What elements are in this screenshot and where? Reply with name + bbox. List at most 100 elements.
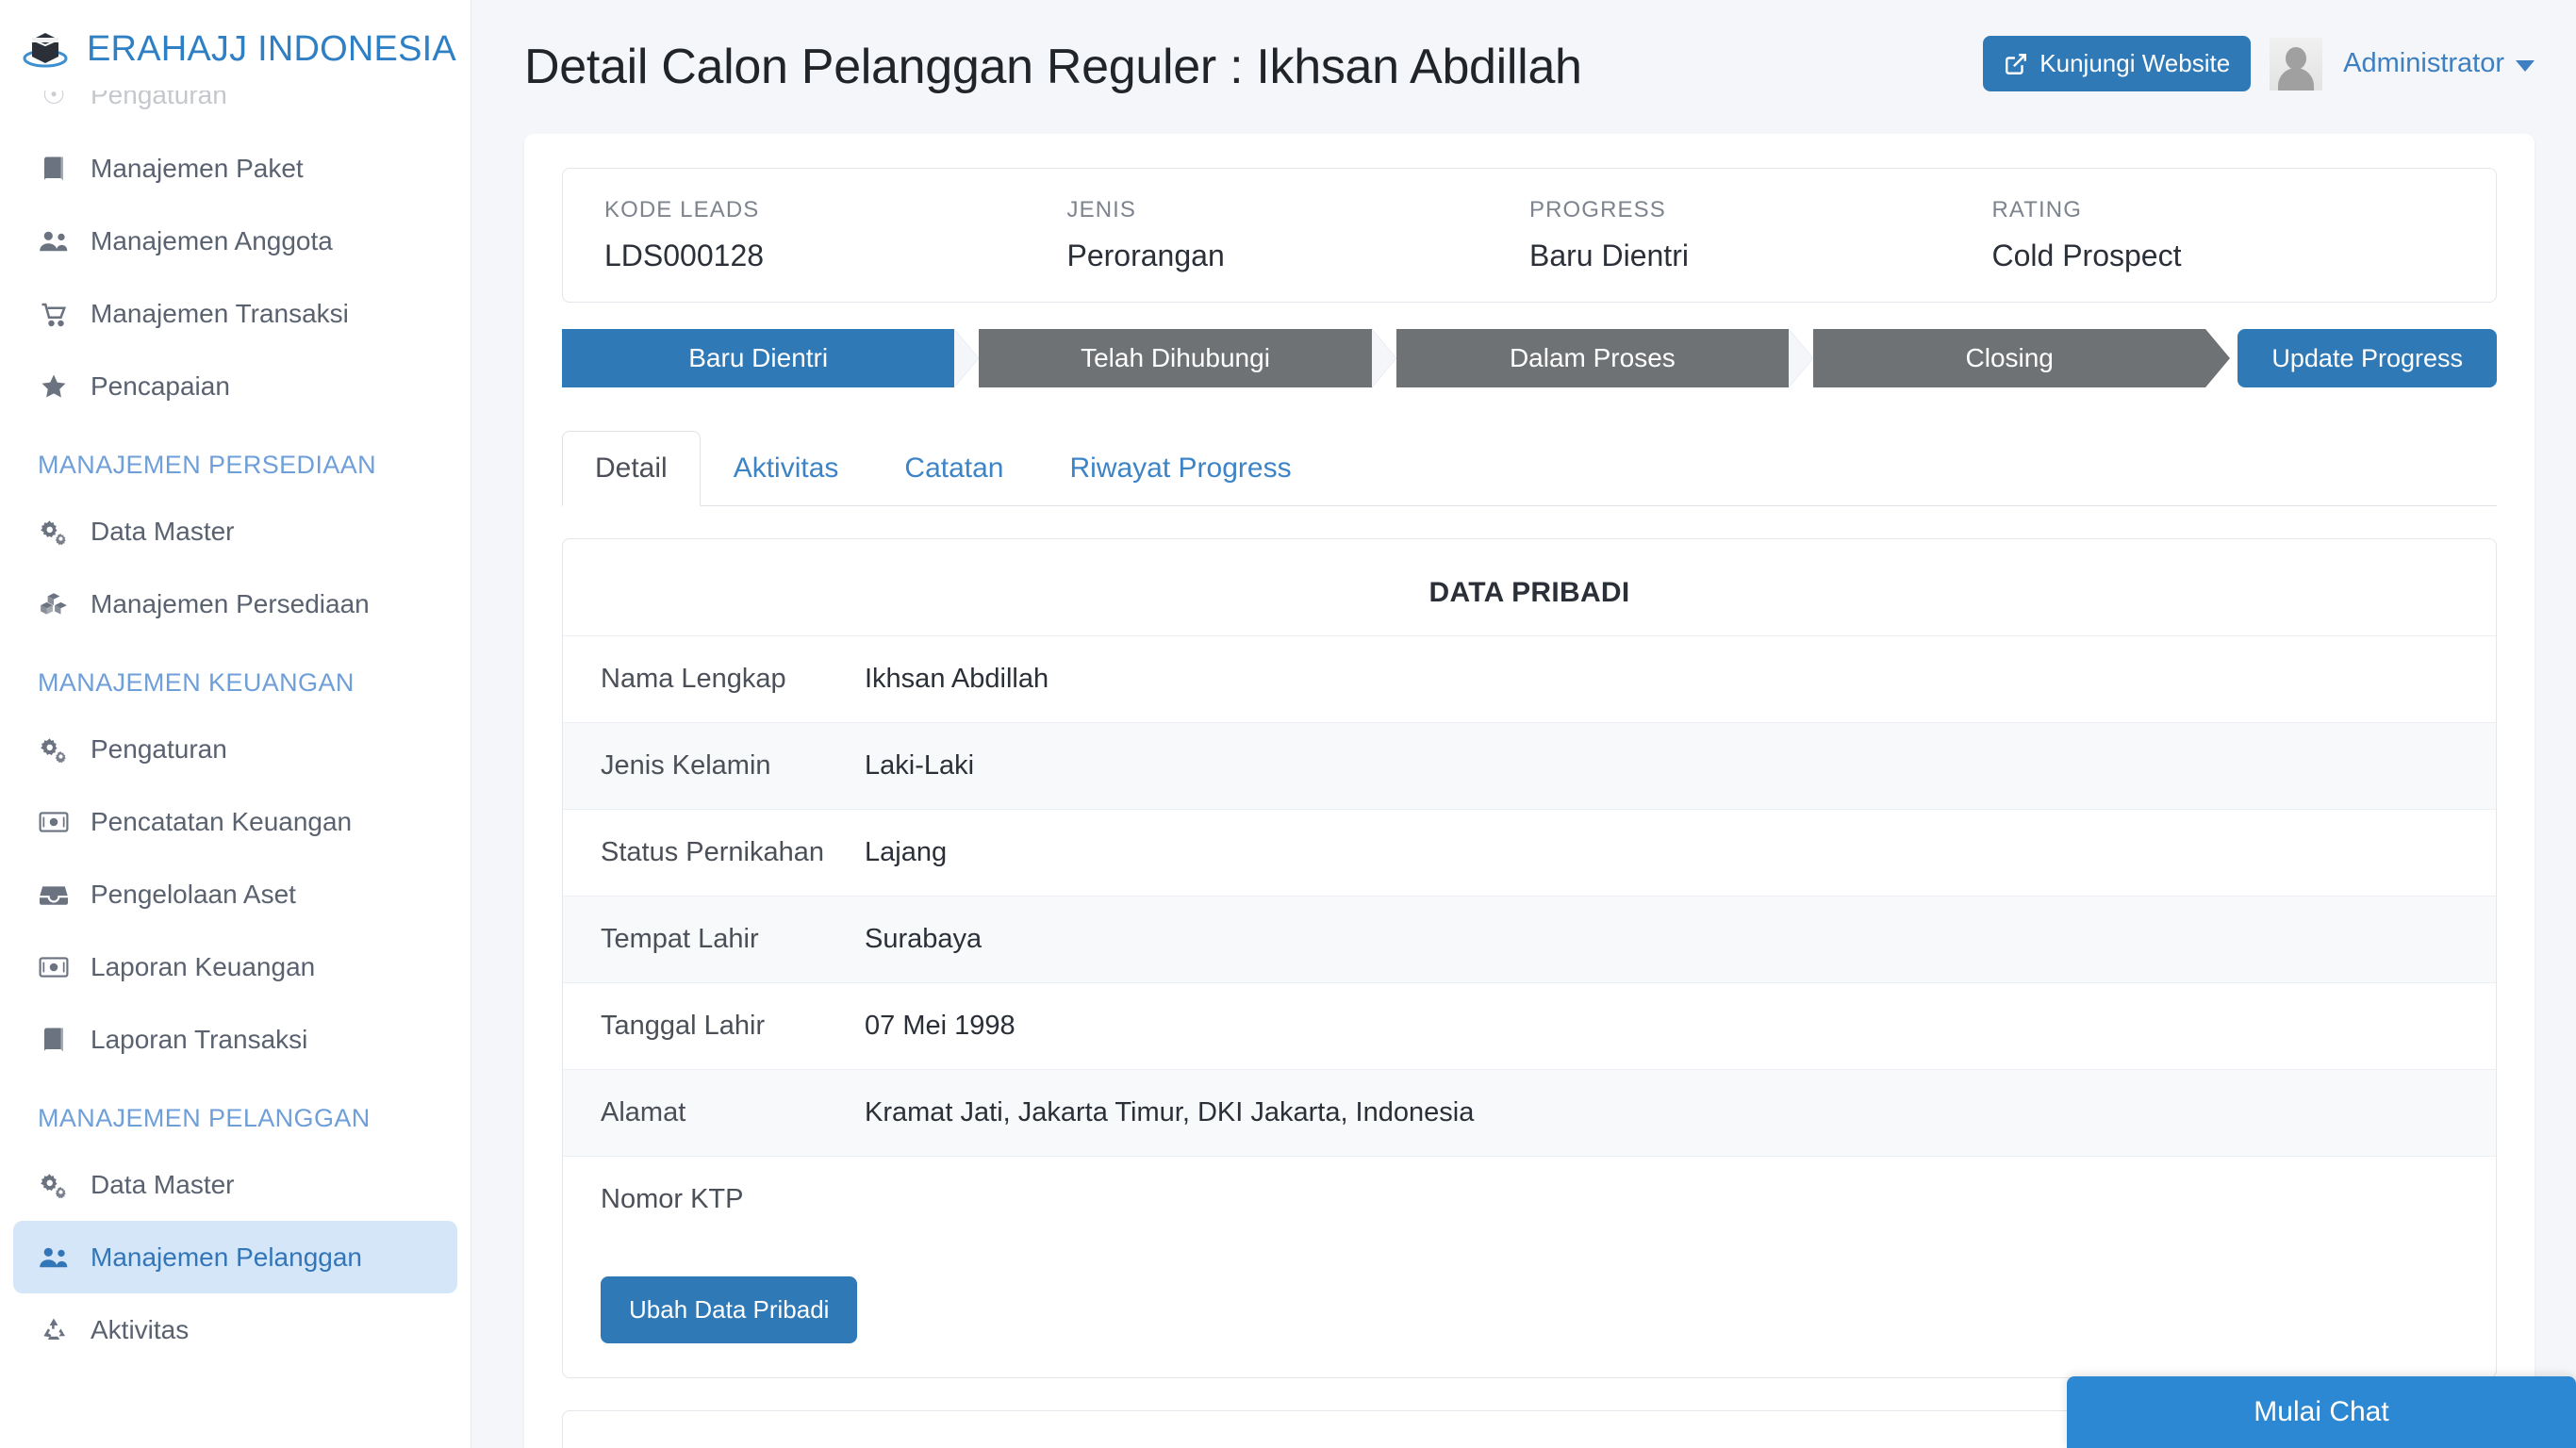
progress-step-label: Closing xyxy=(1966,343,2054,373)
row-value: Surabaya xyxy=(865,924,982,955)
sidebar-item-aktivitas[interactable]: Aktivitas xyxy=(13,1293,457,1366)
row-key: Alamat xyxy=(601,1097,865,1128)
info-label: RATING xyxy=(1992,197,2455,223)
row-key: Jenis Kelamin xyxy=(601,750,865,782)
sidebar-item-label: Data Master xyxy=(91,1170,235,1200)
progress-step-dalam-proses[interactable]: Dalam Proses xyxy=(1396,329,1789,387)
detail-card: KODE LEADS LDS000128 JENIS Perorangan PR… xyxy=(524,134,2535,1448)
update-progress-button[interactable]: Update Progress xyxy=(2237,329,2497,387)
sidebar: ERAHAJJ INDONESIA ☉ Pengaturan Manajemen … xyxy=(0,0,471,1448)
row-key: Status Pernikahan xyxy=(601,837,865,868)
sidebar-item-label: Manajemen Pelanggan xyxy=(91,1242,362,1273)
kaaba-icon xyxy=(21,25,70,74)
sidebar-item-pencapaian[interactable]: Pencapaian xyxy=(13,350,457,422)
sidebar-item-laporan-keuangan[interactable]: Laporan Keuangan xyxy=(13,930,457,1003)
progress-step-label: Telah Dihubungi xyxy=(1081,343,1270,373)
sidebar-group-heading: MANAJEMEN PERSEDIAAN xyxy=(13,422,457,495)
sidebar-item-label: Pengaturan xyxy=(91,734,227,765)
brand[interactable]: ERAHAJJ INDONESIA xyxy=(0,0,471,90)
progress-step-label: Dalam Proses xyxy=(1510,343,1676,373)
sidebar-group-heading: MANAJEMEN KEUANGAN xyxy=(13,640,457,713)
sidebar-item-pengelolaan-aset[interactable]: Pengelolaan Aset xyxy=(13,858,457,930)
progress-step-telah-dihubungi[interactable]: Telah Dihubungi xyxy=(979,329,1371,387)
sidebar-item-data-master[interactable]: Data Master xyxy=(13,1148,457,1221)
sidebar-item-laporan-transaksi[interactable]: Laporan Transaksi xyxy=(13,1003,457,1076)
row-key: Nama Lengkap xyxy=(601,664,865,695)
progress-stepper: Baru Dientri Telah Dihubungi Dalam Proses C… xyxy=(562,329,2497,387)
table-row: AlamatKramat Jati, Jakarta Timur, DKI Ja… xyxy=(563,1069,2496,1156)
sidebar-item-manajemen-anggota[interactable]: Manajemen Anggota xyxy=(13,205,457,277)
money-icon xyxy=(38,955,70,979)
row-value: Kramat Jati, Jakarta Timur, DKI Jakarta,… xyxy=(865,1097,1474,1128)
tab-aktivitas[interactable]: Aktivitas xyxy=(701,431,872,506)
row-key: Tanggal Lahir xyxy=(601,1011,865,1042)
sidebar-item-data-master[interactable]: Data Master xyxy=(13,495,457,568)
lead-info-strip: KODE LEADS LDS000128 JENIS Perorangan PR… xyxy=(562,168,2497,303)
app-root: ERAHAJJ INDONESIA ☉ Pengaturan Manajemen … xyxy=(0,0,2576,1448)
boxes-icon xyxy=(38,591,70,617)
users-icon xyxy=(38,1242,70,1273)
brand-name: ERAHAJJ INDONESIA xyxy=(87,29,456,70)
info-value: Baru Dientri xyxy=(1529,239,1992,273)
sidebar-nav: ☉ Pengaturan Manajemen Paket Manajemen Ang… xyxy=(0,90,471,1366)
content: KODE LEADS LDS000128 JENIS Perorangan PR… xyxy=(471,134,2576,1448)
table-row: Tanggal Lahir07 Mei 1998 xyxy=(563,982,2496,1069)
info-cell: JENIS Perorangan xyxy=(1067,197,1530,273)
row-value: Ikhsan Abdillah xyxy=(865,664,1049,695)
info-value: Perorangan xyxy=(1067,239,1530,273)
sidebar-item-label: Data Master xyxy=(91,517,235,547)
sidebar-item-label: Laporan Keuangan xyxy=(91,952,315,982)
tab-riwayat-progress[interactable]: Riwayat Progress xyxy=(1036,431,1324,506)
avatar[interactable] xyxy=(2270,38,2322,90)
sidebar-item-pengaturan[interactable]: Pengaturan xyxy=(13,713,457,785)
sidebar-item-label: Pengelolaan Aset xyxy=(91,880,296,910)
row-key: Nomor KTP xyxy=(601,1184,865,1215)
panel-actions: Ubah Data Pribadi xyxy=(563,1242,2496,1343)
sidebar-item-label: Manajemen Anggota xyxy=(91,226,333,256)
gears-icon xyxy=(38,1171,70,1199)
table-row: Nomor KTP xyxy=(563,1156,2496,1242)
money-icon xyxy=(38,810,70,834)
panel-data-pribadi: DATA PRIBADINama LengkapIkhsan AbdillahJ… xyxy=(562,538,2497,1378)
sidebar-item-manajemen-pelanggan[interactable]: Manajemen Pelanggan xyxy=(13,1221,457,1293)
sidebar-item-label: Aktivitas xyxy=(91,1315,189,1345)
sidebar-item-label: Laporan Transaksi xyxy=(91,1025,307,1055)
sidebar-item-partial[interactable]: ☉ Pengaturan xyxy=(0,90,471,132)
table-row: Status PernikahanLajang xyxy=(563,809,2496,896)
ghost-icon: ☉ xyxy=(38,90,70,110)
row-key: Tempat Lahir xyxy=(601,924,865,955)
sidebar-item-manajemen-transaksi[interactable]: Manajemen Transaksi xyxy=(13,277,457,350)
sidebar-item-label: Manajemen Paket xyxy=(91,154,304,184)
recycle-icon xyxy=(38,1316,70,1344)
panel-title: DATA PRIBADI xyxy=(563,568,2496,635)
progress-step-closing[interactable]: Closing xyxy=(1813,329,2205,387)
book-icon xyxy=(38,1026,70,1054)
progress-step-label: Baru Dientri xyxy=(688,343,828,373)
progress-step-baru-dientri[interactable]: Baru Dientri xyxy=(562,329,954,387)
chat-launcher-button[interactable]: Mulai Chat xyxy=(2067,1376,2576,1448)
info-cell: RATING Cold Prospect xyxy=(1992,197,2455,273)
star-icon xyxy=(38,372,70,401)
visit-website-button[interactable]: Kunjungi Website xyxy=(1983,36,2251,91)
sidebar-item-label: Pencatatan Keuangan xyxy=(91,807,352,837)
gears-icon xyxy=(38,735,70,764)
sidebar-item-label: Pencapaian xyxy=(91,371,230,402)
tab-catatan[interactable]: Catatan xyxy=(871,431,1036,506)
cart-icon xyxy=(38,300,70,328)
topbar-actions: Kunjungi Website Administrator xyxy=(1983,36,2535,91)
edit-personal-data-button[interactable]: Ubah Data Pribadi xyxy=(601,1276,857,1343)
tab-detail[interactable]: Detail xyxy=(562,431,701,506)
user-name: Administrator xyxy=(2343,48,2504,79)
user-menu[interactable]: Administrator xyxy=(2343,48,2535,79)
sidebar-item-label: Manajemen Persediaan xyxy=(91,589,370,619)
sidebar-item-pencatatan-keuangan[interactable]: Pencatatan Keuangan xyxy=(13,785,457,858)
info-label: JENIS xyxy=(1067,197,1530,223)
sidebar-item-label-partial: Pengaturan xyxy=(91,90,227,110)
table-row: Nama LengkapIkhsan Abdillah xyxy=(563,635,2496,722)
sidebar-item-manajemen-paket[interactable]: Manajemen Paket xyxy=(13,132,457,205)
info-label: KODE LEADS xyxy=(604,197,1067,223)
info-label: PROGRESS xyxy=(1529,197,1992,223)
table-row: Tempat LahirSurabaya xyxy=(563,896,2496,982)
sidebar-item-manajemen-persediaan[interactable]: Manajemen Persediaan xyxy=(13,568,457,640)
book-icon xyxy=(38,155,70,183)
